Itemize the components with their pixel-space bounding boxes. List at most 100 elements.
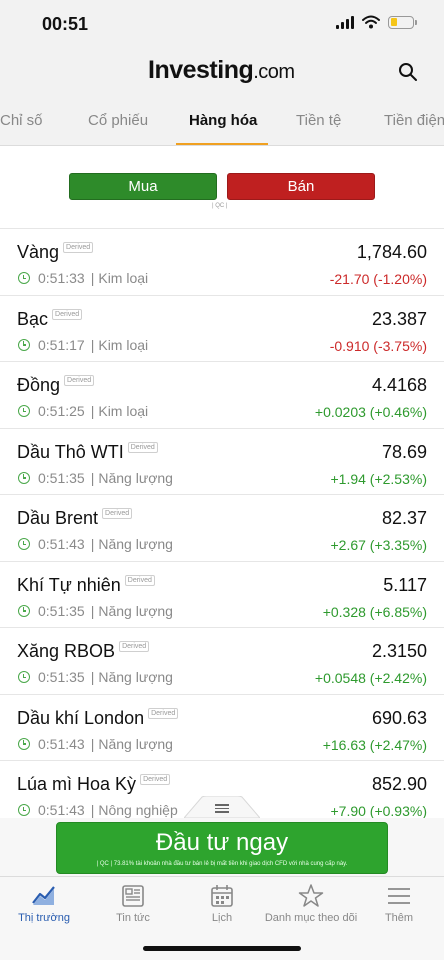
instrument-meta: 0:51:33 | Kim loại — [18, 270, 148, 286]
derived-badge: Derived — [64, 375, 95, 386]
instrument-name: Xăng RBOB Derived — [17, 641, 150, 662]
invest-now-button[interactable]: Đầu tư ngay | QC | 73.81% tài khoản nhà … — [56, 822, 388, 874]
list-item[interactable]: Đồng Derived 0:51:25 | Kim loại 4.4168 +0.0… — [0, 362, 444, 429]
instrument-category: Kim loại — [98, 403, 149, 419]
last-price: 23.387 — [371, 308, 427, 329]
list-item[interactable]: Bạc Derived 0:51:17 | Kim loại 23.387 -0.91… — [0, 295, 444, 362]
tab-crypto[interactable]: Tiền điện — [384, 112, 444, 129]
last-price: 4.4168 — [371, 375, 427, 395]
category-tabs: Chỉ số Cổ phiếu Hàng hóa Tiền tệ Tiền đi… — [0, 94, 444, 146]
last-price: 78.69 — [381, 441, 427, 462]
nav-watchlist[interactable]: Danh mục theo dõi — [261, 883, 361, 924]
derived-badge: Derived — [148, 707, 179, 719]
newspaper-icon — [122, 885, 144, 907]
derived-badge: Derived — [102, 508, 133, 519]
list-item[interactable]: Xăng RBOB Derived 0:51:35 | Năng lượng 2.31… — [0, 628, 444, 695]
ad-mark: | QC | — [212, 203, 228, 209]
sell-button[interactable]: Bán — [227, 173, 375, 200]
wifi-icon — [362, 15, 380, 29]
list-item[interactable]: Dầu Thô WTI Derived 0:51:35 | Năng lượng 78… — [0, 428, 444, 495]
derived-badge: Derived — [119, 641, 150, 652]
quote-time: 0:51:35 — [38, 469, 85, 486]
last-price: 690.63 — [371, 707, 427, 728]
ad-banner: Đầu tư ngay | QC | 73.81% tài khoản nhà … — [0, 818, 444, 876]
quote-time: 0:51:35 — [38, 669, 85, 685]
list-item[interactable]: Khí Tự nhiên Derived 0:51:35 | Năng lượng 5… — [0, 561, 444, 628]
nav-news[interactable]: Tin tức — [83, 883, 183, 924]
chart-trend-icon — [32, 886, 55, 905]
buy-button[interactable]: Mua — [69, 173, 217, 200]
derived-badge: Derived — [63, 242, 94, 253]
last-price: 5.117 — [383, 574, 427, 595]
nav-label: Tin tức — [116, 912, 150, 924]
nav-label: Lịch — [211, 912, 233, 924]
instrument-name: Đồng Derived — [17, 375, 95, 396]
clock-icon — [18, 471, 30, 484]
ad-disclaimer: | QC | 73.81% tài khoản nhà đầu tư bán l… — [96, 861, 348, 867]
hamburger-menu-icon — [388, 888, 410, 904]
quote-time: 0:51:43 — [38, 802, 85, 818]
home-indicator[interactable] — [143, 946, 301, 951]
tab-currencies[interactable]: Tiền tệ — [296, 112, 341, 129]
nav-more[interactable]: Thêm — [349, 883, 444, 924]
battery-icon — [388, 15, 417, 29]
clock-icon — [18, 272, 30, 284]
instrument-category: Năng lượng — [98, 735, 173, 752]
instrument-name: Dầu Brent Derived — [17, 508, 133, 529]
instrument-meta: 0:51:43 | Nông nghiệp — [18, 802, 178, 818]
star-icon — [298, 884, 324, 907]
derived-badge: Derived — [127, 441, 158, 453]
last-price: 82.37 — [381, 508, 427, 528]
price-change: -0.910 (-3.75%) — [329, 337, 427, 354]
app-header: Investing.com — [0, 50, 444, 94]
search-icon[interactable] — [398, 62, 418, 82]
status-time: 00:51 — [42, 14, 89, 34]
quote-time: 0:51:25 — [38, 403, 85, 419]
trade-buttons-area: Mua Bán | QC | — [0, 146, 444, 229]
tab-indices[interactable]: Chỉ số — [0, 112, 43, 129]
instrument-meta: 0:51:25 | Kim loại — [18, 403, 148, 419]
tab-stocks[interactable]: Cổ phiếu — [88, 112, 148, 129]
instrument-meta: 0:51:17 | Kim loại — [18, 337, 148, 353]
instrument-category: Năng lượng — [98, 536, 173, 552]
price-change: +1.94 (+2.53%) — [330, 470, 427, 487]
quote-time: 0:51:33 — [38, 270, 85, 286]
last-price: 852.90 — [371, 774, 427, 794]
instrument-meta: 0:51:35 | Năng lượng — [18, 470, 173, 486]
instrument-name: Khí Tự nhiên Derived — [17, 574, 155, 596]
price-change: +0.328 (+6.85%) — [322, 603, 427, 620]
instrument-category: Năng lượng — [98, 669, 173, 685]
instrument-meta: 0:51:43 | Năng lượng — [18, 536, 173, 552]
price-change: -21.70 (-1.20%) — [329, 271, 427, 287]
instrument-category: Kim loại — [98, 336, 149, 353]
derived-badge: Derived — [140, 774, 171, 785]
instrument-category: Năng lượng — [98, 602, 173, 619]
cellular-signal-icon — [336, 15, 354, 29]
quote-time: 0:51:43 — [38, 536, 85, 552]
nav-calendar[interactable]: Lịch — [172, 883, 272, 924]
price-change: +0.0203 (+0.46%) — [314, 404, 427, 420]
status-bar: 00:51 — [0, 0, 444, 50]
clock-icon — [18, 737, 30, 750]
derived-badge: Derived — [52, 308, 83, 320]
clock-icon — [18, 538, 30, 550]
instrument-name: Dầu Thô WTI Derived — [17, 441, 158, 463]
nav-label: Danh mục theo dõi — [264, 912, 358, 924]
instrument-name: Bạc Derived — [17, 308, 83, 330]
price-change: +16.63 (+2.47%) — [322, 736, 427, 753]
nav-label: Thị trường — [18, 912, 70, 924]
list-item[interactable]: Dầu Brent Derived 0:51:43 | Năng lượng 82.3… — [0, 495, 444, 562]
invest-now-label: Đầu tư ngay — [155, 829, 289, 856]
quote-time: 0:51:35 — [38, 602, 85, 619]
derived-badge: Derived — [124, 574, 155, 586]
instrument-name: Vàng Derived — [17, 242, 94, 263]
list-item[interactable]: Vàng Derived 0:51:33 | Kim loại 1,784.60 -2… — [0, 229, 444, 296]
last-price: 1,784.60 — [356, 242, 427, 262]
nav-markets[interactable]: Thị trường — [0, 883, 94, 924]
quote-time: 0:51:17 — [38, 336, 85, 353]
list-item[interactable]: Dầu khí London Derived 0:51:43 | Năng lượng… — [0, 694, 444, 761]
instrument-meta: 0:51:43 | Năng lượng — [18, 736, 173, 752]
tab-commodities[interactable]: Hàng hóa — [189, 112, 257, 129]
price-change: +2.67 (+3.35%) — [330, 537, 427, 553]
instrument-category: Năng lượng — [98, 469, 173, 486]
